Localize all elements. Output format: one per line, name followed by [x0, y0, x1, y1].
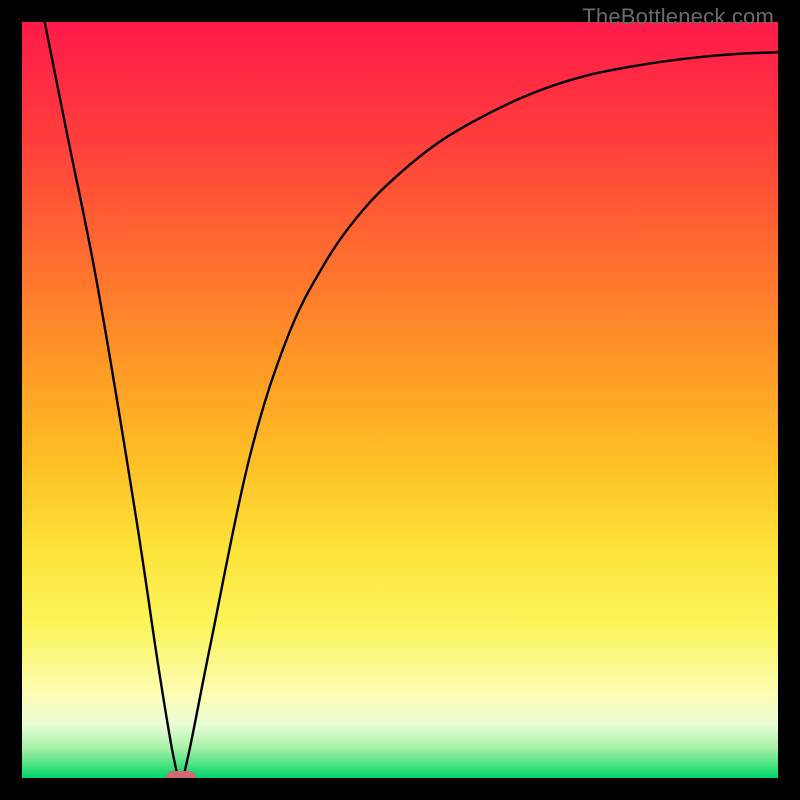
chart-frame: TheBottleneck.com — [0, 0, 800, 800]
bottleneck-curve — [22, 22, 778, 778]
plot-area — [22, 22, 778, 778]
